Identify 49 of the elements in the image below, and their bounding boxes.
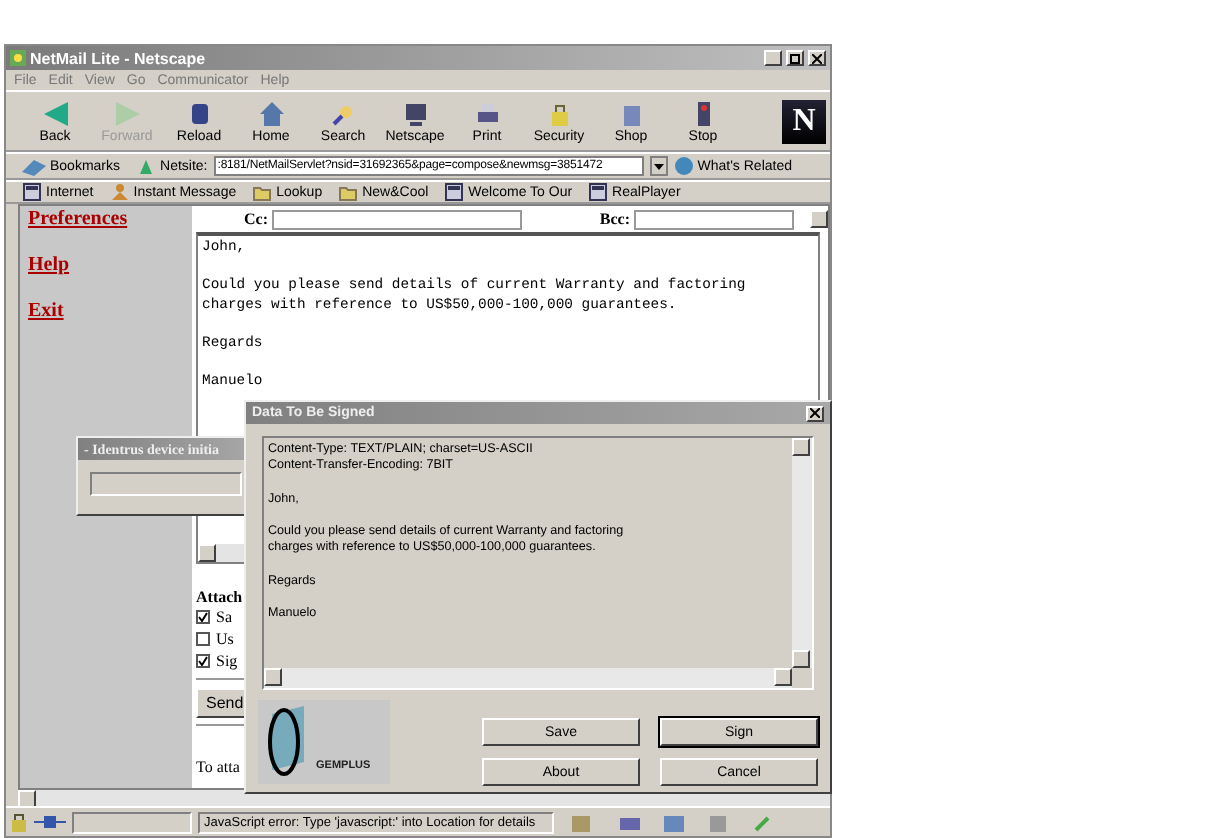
checkbox[interactable] <box>196 632 210 646</box>
close-button[interactable] <box>808 50 826 66</box>
option-label: Us <box>216 630 234 648</box>
scroll-right-button[interactable] <box>774 668 792 686</box>
checkbox[interactable] <box>196 610 210 624</box>
check-icon <box>198 612 208 622</box>
monitor-icon <box>401 99 429 127</box>
left-arrow-icon <box>41 99 69 127</box>
maximize-icon <box>790 53 800 63</box>
check-icon <box>198 656 208 666</box>
page-icon <box>444 182 465 202</box>
scroll-down-button[interactable] <box>792 650 810 668</box>
bcc-field[interactable] <box>634 209 794 229</box>
page-icon <box>588 182 609 202</box>
browser-logo: N <box>782 99 826 143</box>
app-icon <box>10 50 26 66</box>
option-label: Sig <box>216 652 238 670</box>
checkbox[interactable] <box>196 654 210 668</box>
padlock-icon <box>10 812 28 832</box>
globe-icon <box>673 156 694 176</box>
house-icon <box>257 99 285 127</box>
close-icon <box>810 408 820 418</box>
scroll-left-button[interactable] <box>264 668 282 686</box>
scroll-left-button[interactable] <box>198 544 216 562</box>
sidebar-link[interactable]: Preferences <box>28 208 192 230</box>
minimize-button[interactable] <box>764 50 782 66</box>
sidebar-link[interactable]: Exit <box>28 300 192 322</box>
scroll-up-button[interactable] <box>810 210 828 228</box>
close-button[interactable] <box>806 405 824 421</box>
instruction-text: To atta <box>196 758 240 776</box>
maximize-button[interactable] <box>786 50 804 66</box>
right-arrow-icon <box>113 99 141 127</box>
attach-heading: Attach <box>196 588 243 606</box>
page-icon <box>22 182 42 202</box>
plug-icon <box>34 814 66 830</box>
option-label: Sa <box>216 608 232 626</box>
scroll-up-button[interactable] <box>792 438 810 456</box>
cc-label: Cc: <box>242 210 268 228</box>
window-title: NetMail Lite - Netscape <box>30 49 208 67</box>
bcc-label: Bcc: <box>597 210 630 228</box>
close-icon <box>812 53 822 63</box>
person-icon <box>109 182 130 202</box>
dropdown-button[interactable] <box>649 156 668 176</box>
cc-field[interactable] <box>272 209 522 229</box>
status-field <box>72 811 192 833</box>
caret-icon <box>653 163 664 169</box>
sidebar-link[interactable]: Help <box>28 254 192 276</box>
printer-icon <box>473 99 501 127</box>
signed-data-field[interactable] <box>262 436 814 690</box>
